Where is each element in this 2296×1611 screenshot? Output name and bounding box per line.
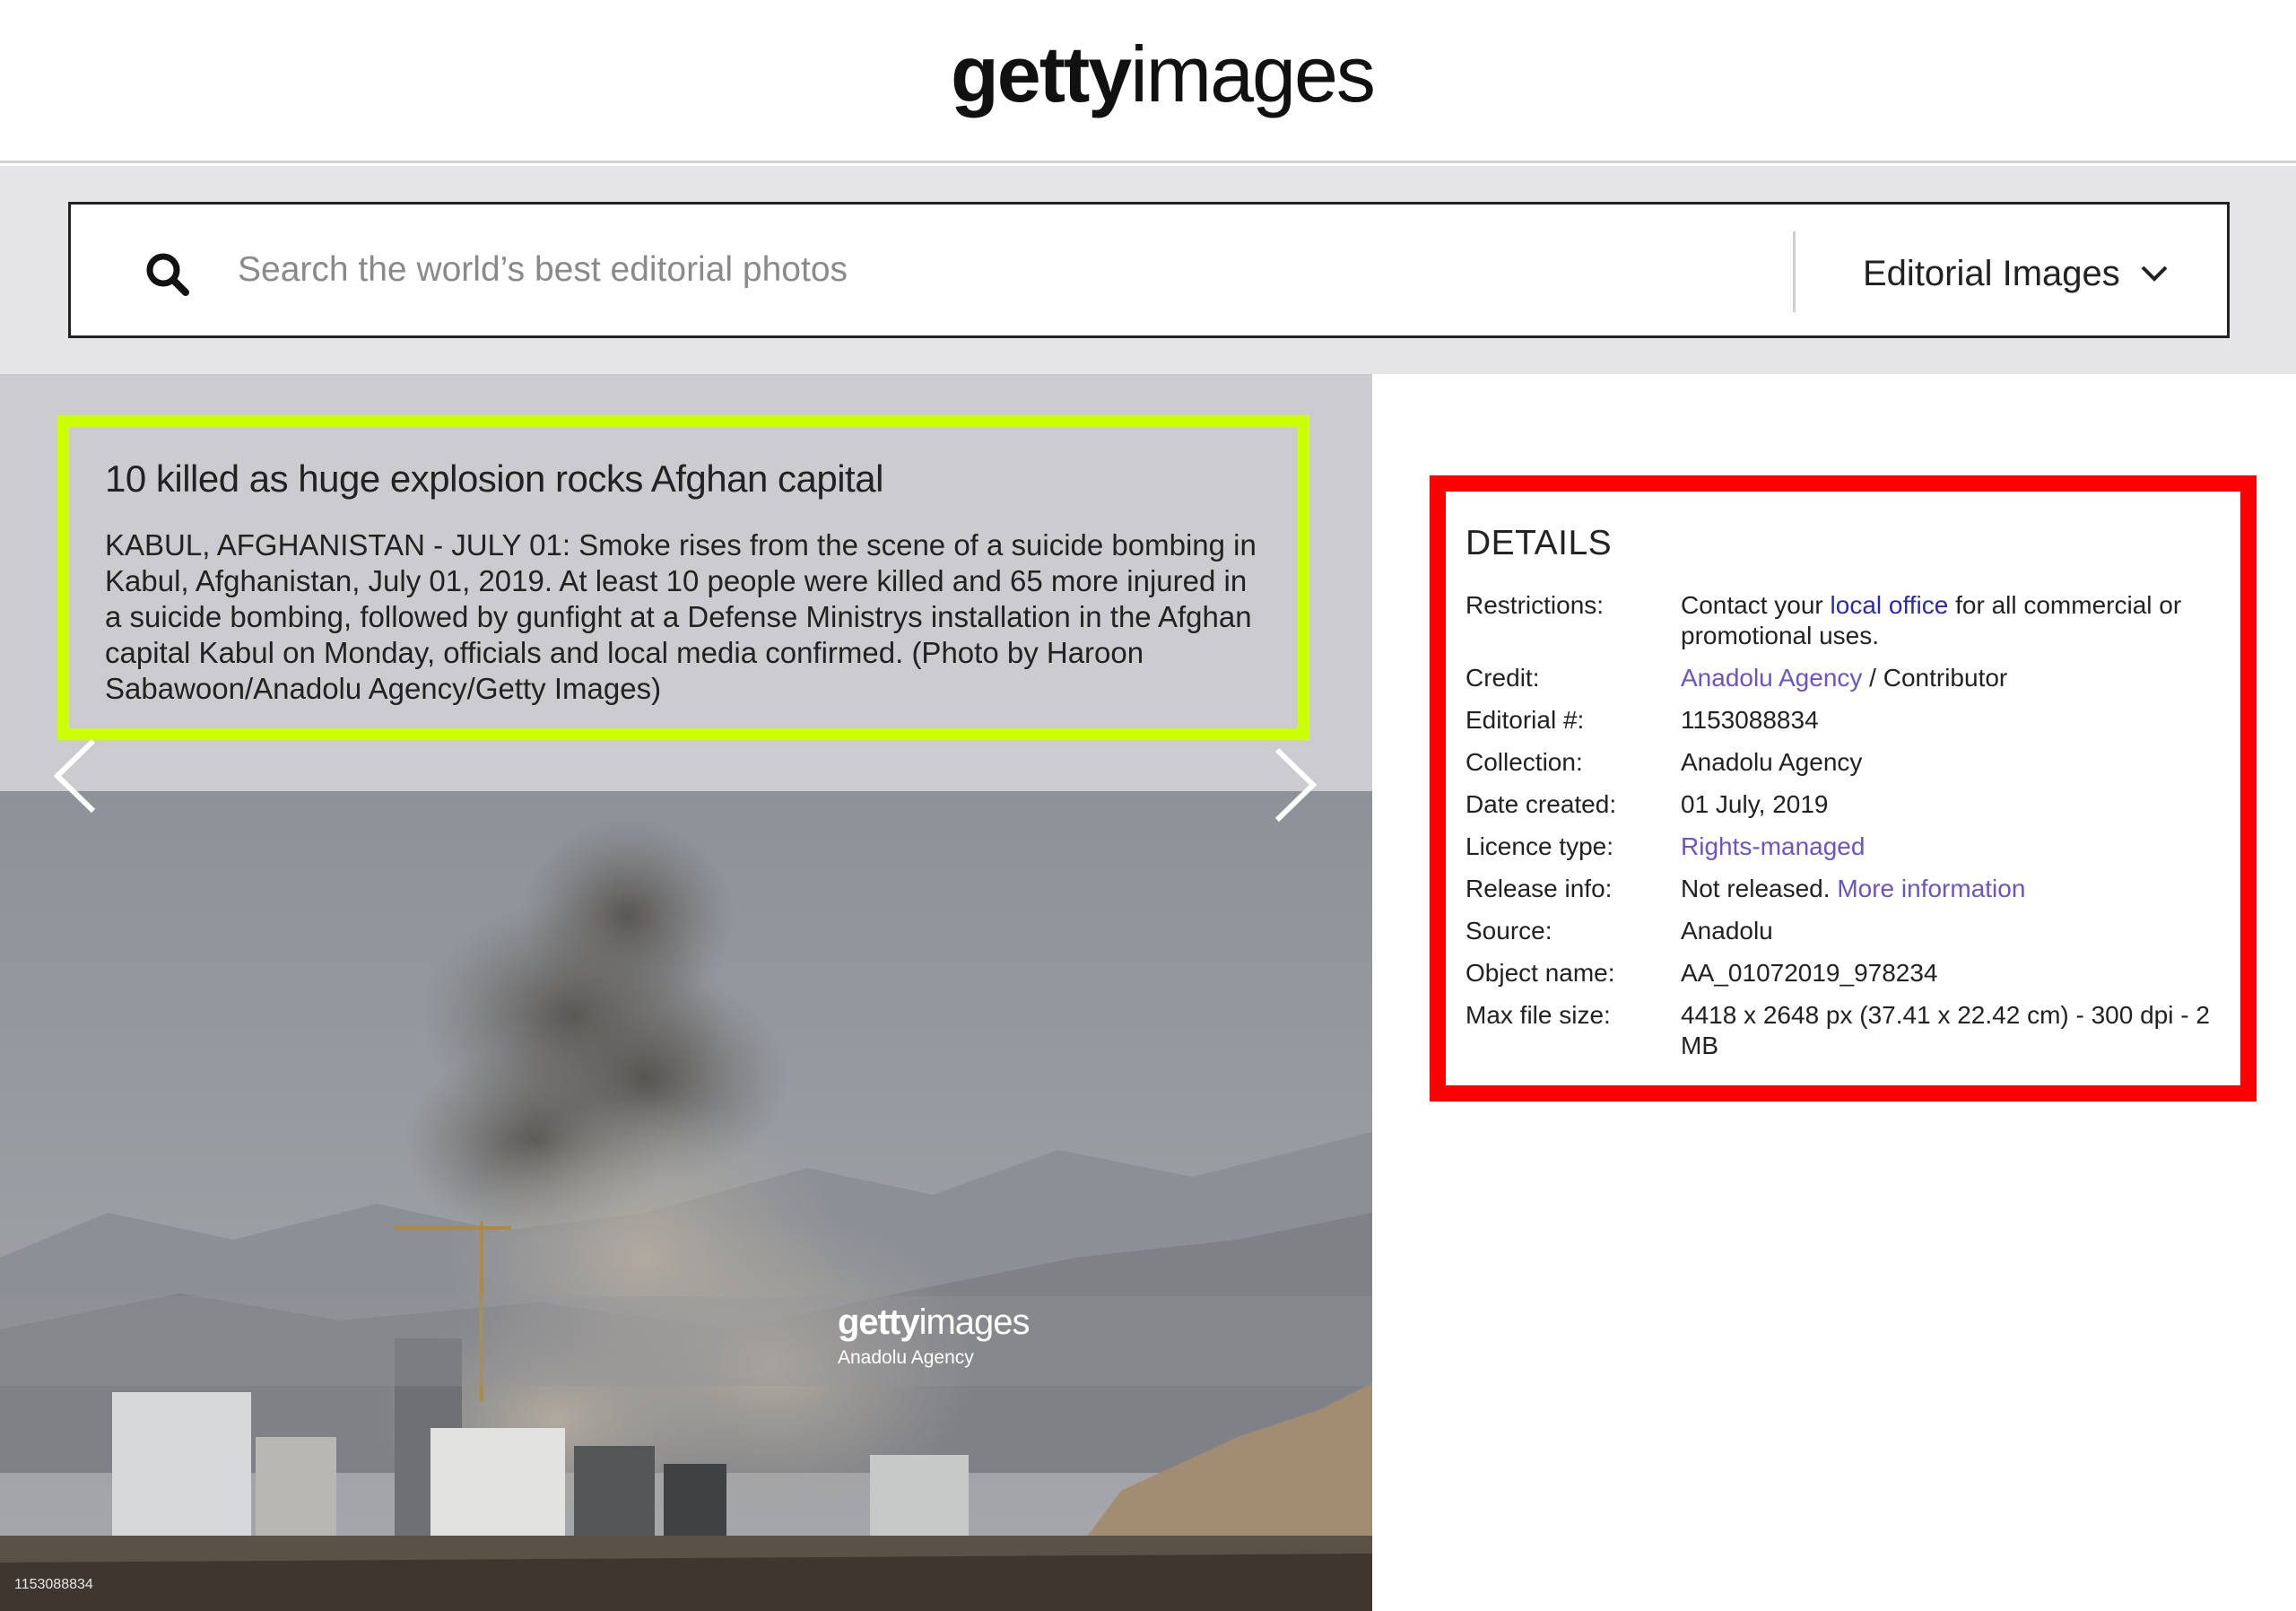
object-label: Object name: [1465, 959, 1615, 987]
search-type-label: Editorial Images [1863, 253, 2120, 293]
restrictions-row: Restrictions: Contact your local office … [1465, 590, 2222, 651]
credit-label: Credit: [1465, 664, 1540, 692]
gettyimages-logo[interactable]: gettyimages [951, 25, 1376, 124]
logo-light-text: images [1130, 30, 1376, 118]
logo-bold-text: getty [951, 30, 1132, 118]
object-row: Object name: AA_01072019_978234 [1465, 958, 2222, 988]
credit-row: Credit: Anadolu Agency / Contributor [1465, 663, 2222, 693]
release-label: Release info: [1465, 875, 1613, 902]
local-office-link[interactable]: local office [1831, 591, 1949, 619]
collection-row: Collection: Anadolu Agency [1465, 747, 2222, 778]
search-divider [1793, 231, 1796, 312]
collection-value: Anadolu Agency [1681, 748, 1863, 776]
next-arrow-icon[interactable] [1266, 745, 1320, 825]
details-panel: DETAILS Restrictions: Contact your local… [1430, 475, 2257, 1102]
editorial-label: Editorial #: [1465, 706, 1585, 734]
search-input[interactable] [238, 237, 1762, 303]
caption-box: 10 killed as huge explosion rocks Afghan… [57, 415, 1309, 740]
source-value: Anadolu [1681, 917, 1773, 945]
site-header: gettyimages [0, 0, 2296, 163]
editorial-row: Editorial #: 1153088834 [1465, 705, 2222, 736]
more-information-link[interactable]: More information [1837, 875, 2025, 902]
licence-row: Licence type: Rights-managed [1465, 832, 2222, 862]
object-value: AA_01072019_978234 [1681, 959, 1938, 987]
caption-title: 10 killed as huge explosion rocks Afghan… [105, 457, 883, 500]
watermark-bold: getty [838, 1302, 920, 1342]
watermark-light: images [918, 1302, 1031, 1342]
photo-id-label: 1153088834 [14, 1577, 93, 1592]
licence-label: Licence type: [1465, 832, 1613, 860]
credit-link[interactable]: Anadolu Agency [1681, 664, 1862, 692]
image-column: 10 killed as huge explosion rocks Afghan… [0, 374, 1372, 1611]
release-row: Release info: Not released. More informa… [1465, 874, 2222, 904]
date-label: Date created: [1465, 790, 1617, 818]
credit-value: Anadolu Agency / Contributor [1681, 663, 2222, 693]
chevron-down-icon [2141, 266, 2168, 282]
main-photo[interactable] [0, 791, 1372, 1611]
previous-arrow-icon[interactable] [50, 736, 104, 816]
source-label: Source: [1465, 917, 1552, 945]
watermark-sub: Anadolu Agency [838, 1347, 974, 1368]
photo-scene [0, 791, 1372, 1611]
search-type-dropdown[interactable]: Editorial Images [1863, 242, 2169, 305]
caption-text: KABUL, AFGHANISTAN - JULY 01: Smoke rise… [105, 528, 1257, 705]
search-band: Editorial Images [0, 166, 2296, 374]
search-icon[interactable] [143, 249, 193, 300]
collection-label: Collection: [1465, 748, 1583, 776]
restrictions-pre: Contact your [1681, 591, 1831, 619]
filesize-value: 4418 x 2648 px (37.41 x 22.42 cm) - 300 … [1681, 1001, 2210, 1059]
source-row: Source: Anadolu [1465, 916, 2222, 946]
restrictions-value: Contact your local office for all commer… [1681, 590, 2222, 651]
filesize-row: Max file size: 4418 x 2648 px (37.41 x 2… [1465, 1000, 2222, 1061]
watermark-logo: gettyimages [838, 1302, 1031, 1343]
release-pre: Not released. [1681, 875, 1838, 902]
credit-post: / Contributor [1862, 664, 2008, 692]
licence-value: Rights-managed [1681, 832, 2222, 862]
restrictions-label: Restrictions: [1465, 591, 1605, 619]
date-row: Date created: 01 July, 2019 [1465, 789, 2222, 820]
search-bar: Editorial Images [68, 202, 2230, 338]
page: gettyimages Editorial Images 10 killed a… [0, 0, 2296, 1611]
details-title: DETAILS [1465, 524, 1613, 562]
release-value: Not released. More information [1681, 874, 2222, 904]
filesize-label: Max file size: [1465, 1001, 1611, 1029]
licence-link[interactable]: Rights-managed [1681, 832, 1865, 860]
date-value: 01 July, 2019 [1681, 790, 1829, 818]
watermark-band [0, 1296, 1372, 1386]
editorial-value: 1153088834 [1681, 706, 1819, 734]
